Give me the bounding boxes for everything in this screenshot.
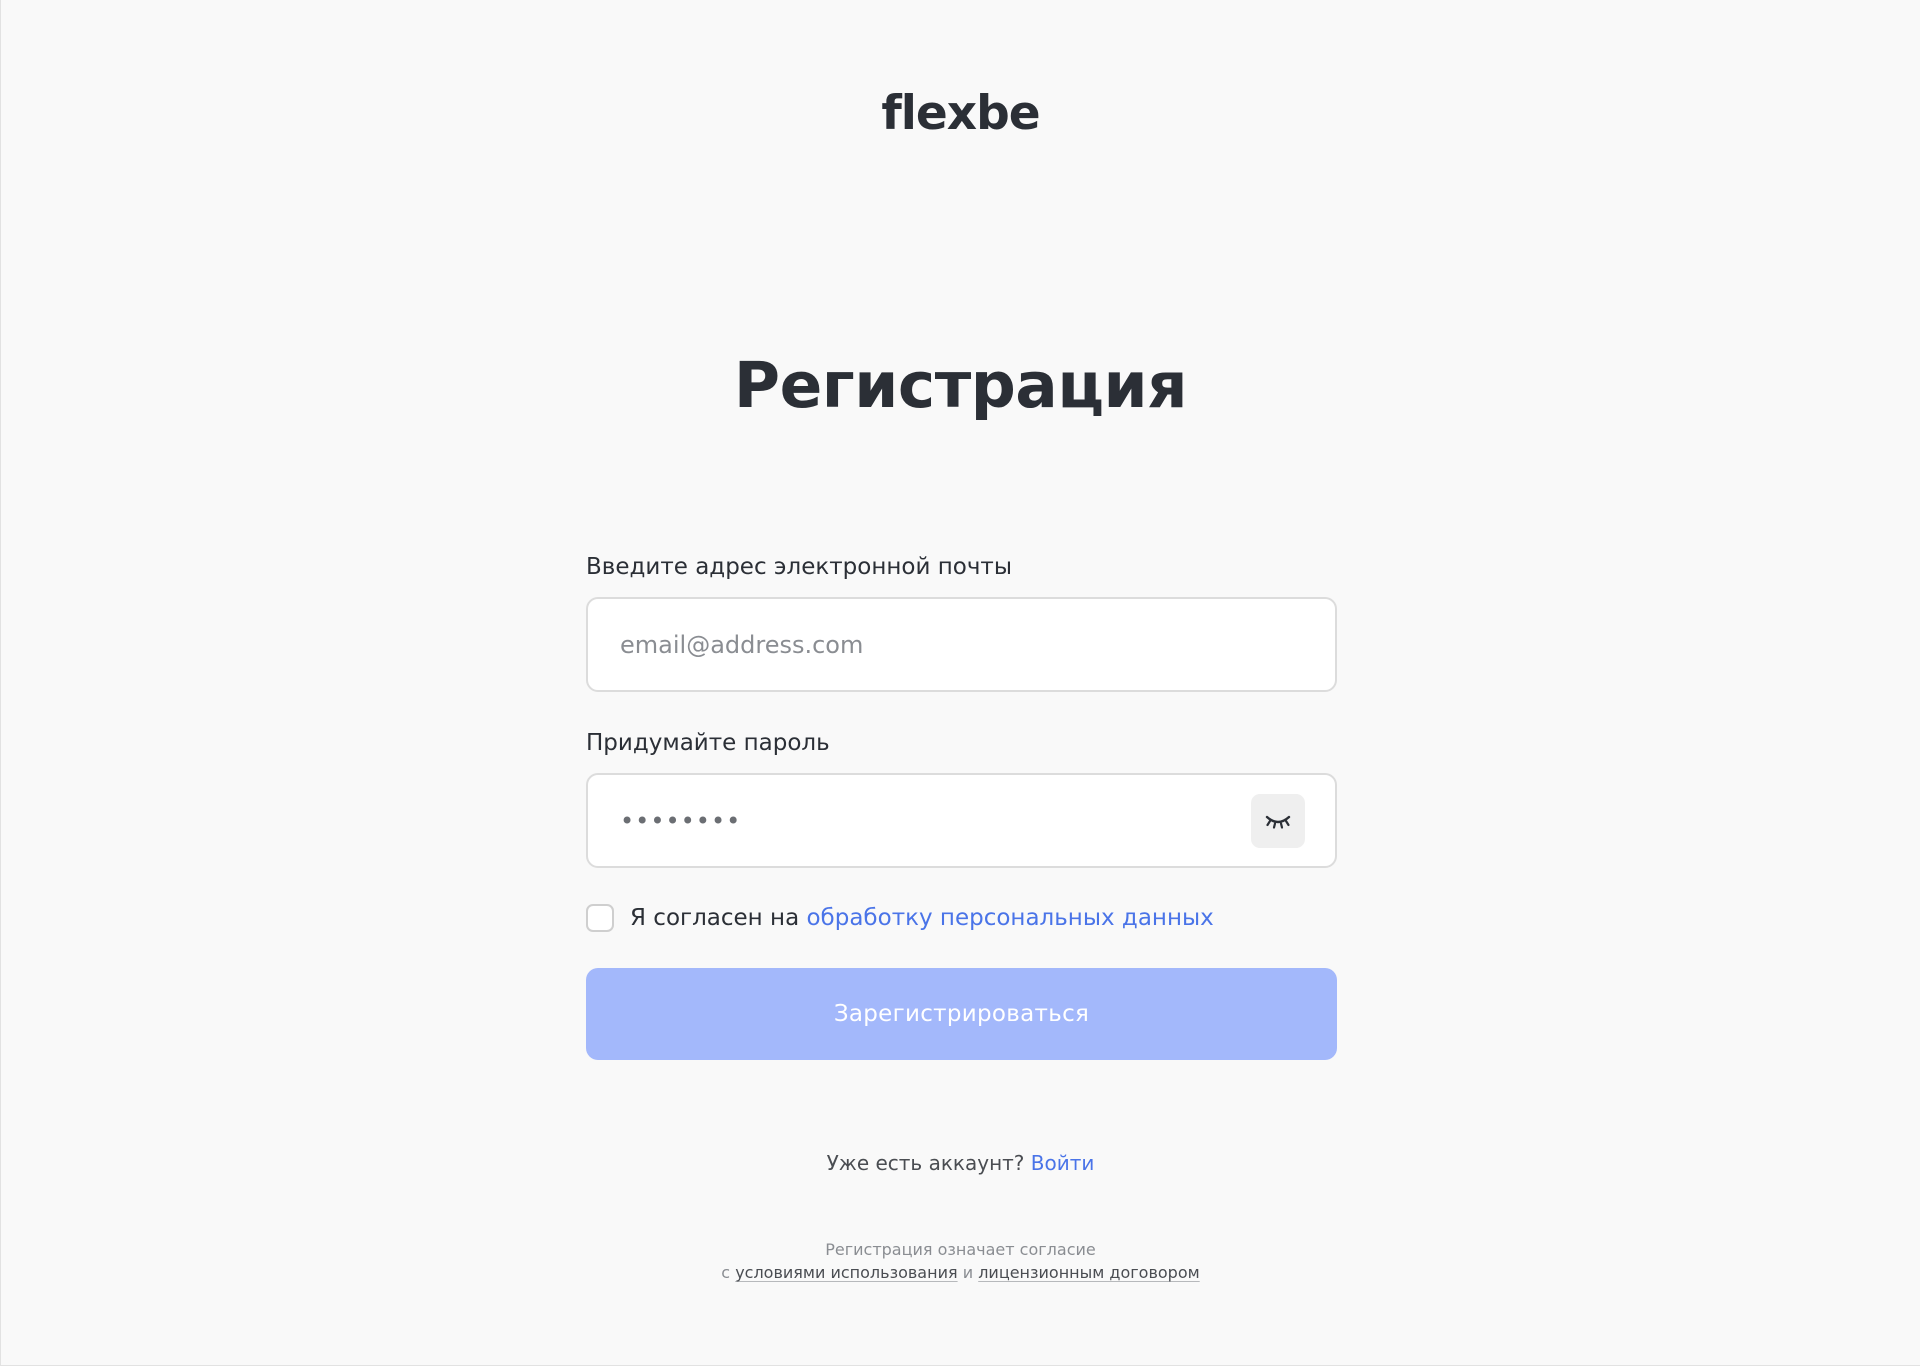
page-title: Регистрация — [733, 349, 1188, 422]
legal-line-2: с условиями использования и лицензионным… — [1, 1261, 1920, 1284]
password-masked-value: •••••••• — [620, 806, 742, 835]
email-label: Введите адрес электронной почты — [586, 554, 1012, 580]
email-field[interactable] — [588, 599, 1335, 690]
legal-and: и — [962, 1263, 974, 1282]
personal-data-link[interactable]: обработку персональных данных — [806, 905, 1213, 931]
register-button[interactable]: Зарегистрироваться — [586, 968, 1337, 1060]
registration-page: flexbe Регистрация Введите адрес электро… — [0, 0, 1920, 1366]
license-agreement-link[interactable]: лицензионным договором — [978, 1263, 1200, 1282]
agreement-prefix: Я согласен на — [630, 905, 800, 931]
agreement-checkbox[interactable] — [586, 904, 614, 932]
email-field-box — [586, 597, 1337, 692]
password-label: Придумайте пароль — [586, 730, 830, 756]
eye-closed-icon — [1265, 813, 1291, 829]
password-field-box: •••••••• — [586, 773, 1337, 868]
legal-prefix: с — [721, 1263, 731, 1282]
terms-of-use-link[interactable]: условиями использования — [735, 1263, 957, 1282]
password-field[interactable]: •••••••• — [588, 775, 1225, 866]
agreement-row: Я согласен на обработку персональных дан… — [586, 901, 1337, 935]
login-prompt-row: Уже есть аккаунт? Войти — [1, 1148, 1920, 1178]
registration-form: Введите адрес электронной почты Придумай… — [586, 550, 1337, 1060]
login-link[interactable]: Войти — [1031, 1151, 1095, 1175]
login-prompt: Уже есть аккаунт? — [826, 1151, 1025, 1175]
legal-line-1: Регистрация означает согласие — [825, 1240, 1096, 1259]
agreement-text: Я согласен на обработку персональных дан… — [630, 905, 1214, 931]
toggle-password-visibility-button[interactable] — [1251, 794, 1305, 848]
flexbe-logo[interactable]: flexbe — [1, 84, 1920, 144]
legal-notice: Регистрация означает согласие с условиям… — [1, 1238, 1920, 1284]
